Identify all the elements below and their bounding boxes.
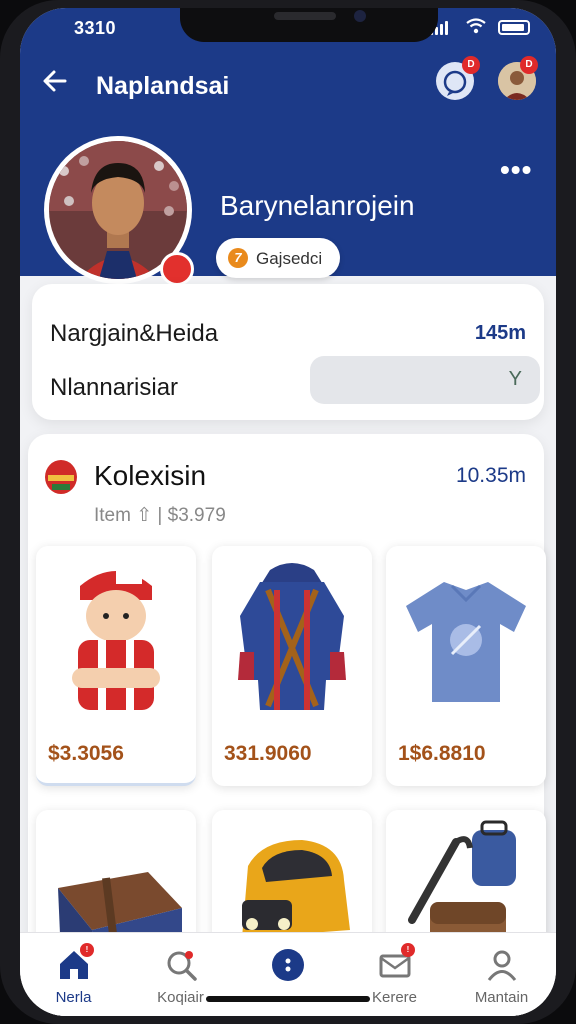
info-row2-label: Nlannarisiar	[50, 374, 179, 401]
profile-tag-pill[interactable]: 7 Gajsedci	[216, 238, 340, 278]
more-options-icon[interactable]: •••	[500, 154, 532, 186]
info-row1-value: 145m	[474, 322, 526, 344]
top-bar: Naplandsai D D	[20, 56, 556, 110]
collection-subtitle: Item ⇧ | $3.979	[94, 505, 226, 526]
info-card: Nargjain&Heida 145m Nlannarisiar Y	[32, 284, 544, 420]
collection-item[interactable]: $3.3056	[36, 546, 196, 786]
user-badge: D	[520, 56, 538, 74]
tab-home[interactable]: ! Nerla	[20, 933, 127, 1016]
back-arrow-icon[interactable]	[40, 66, 70, 96]
tab-search[interactable]: Koqiair	[127, 933, 234, 1016]
figurine-icon	[72, 570, 160, 710]
chevron-down-icon: Y	[508, 368, 522, 390]
profile-username: Barynelanrojein	[220, 190, 415, 221]
info-row1-label: Nargjain&Heida	[50, 320, 219, 347]
tab-label: Mantain	[474, 989, 529, 1006]
status-time: 3310	[74, 18, 117, 38]
wifi-icon	[466, 18, 486, 34]
collection-item[interactable]: 1$6.8810	[386, 546, 546, 786]
messages-badge: D	[462, 56, 480, 74]
notch	[180, 8, 438, 42]
center-icon	[272, 949, 304, 981]
coin-icon: 7	[228, 248, 248, 268]
tab-center[interactable]	[234, 933, 341, 1016]
avatar-edit-badge[interactable]	[160, 252, 194, 286]
collection-title: Kolexisin	[94, 460, 207, 491]
item-price: $3.3056	[48, 742, 124, 765]
speaker	[274, 12, 336, 20]
phone-frame: 3310 Naplandsai D D ••• Barynelanrojein …	[0, 0, 576, 1024]
profile-icon	[487, 950, 517, 981]
tshirt-icon	[406, 582, 526, 702]
jacket-icon	[238, 563, 346, 710]
bottom-tab-bar: ! Nerla Koqiair ! Kerere Mantain	[20, 932, 556, 1016]
home-indicator	[206, 996, 370, 1002]
info-select[interactable]: Y	[310, 356, 540, 404]
home-badge: !	[80, 943, 94, 957]
mail-badge: !	[401, 943, 415, 957]
search-icon	[167, 951, 197, 981]
page-title: Naplandsai	[96, 72, 230, 100]
collection-value: 10.35m	[455, 464, 526, 487]
app-screen: 3310 Naplandsai D D ••• Barynelanrojein …	[20, 8, 556, 1016]
tab-profile[interactable]: Mantain	[448, 933, 555, 1016]
item-price: 331.9060	[224, 742, 312, 765]
profile-tag-label: Gajsedci	[256, 249, 323, 268]
collection-card: Kolexisin 10.35m Item ⇧ | $3.979 $3.3056	[28, 434, 546, 1016]
helmet-icon	[45, 460, 77, 494]
front-camera	[354, 10, 366, 22]
battery-icon	[498, 20, 530, 35]
tab-mail[interactable]: ! Kerere	[341, 933, 448, 1016]
tab-label: Nerla	[55, 989, 92, 1006]
messages-button[interactable]: D	[436, 56, 480, 100]
item-price: 1$6.8810	[398, 742, 486, 765]
collection-item[interactable]: 331.9060	[212, 546, 372, 786]
